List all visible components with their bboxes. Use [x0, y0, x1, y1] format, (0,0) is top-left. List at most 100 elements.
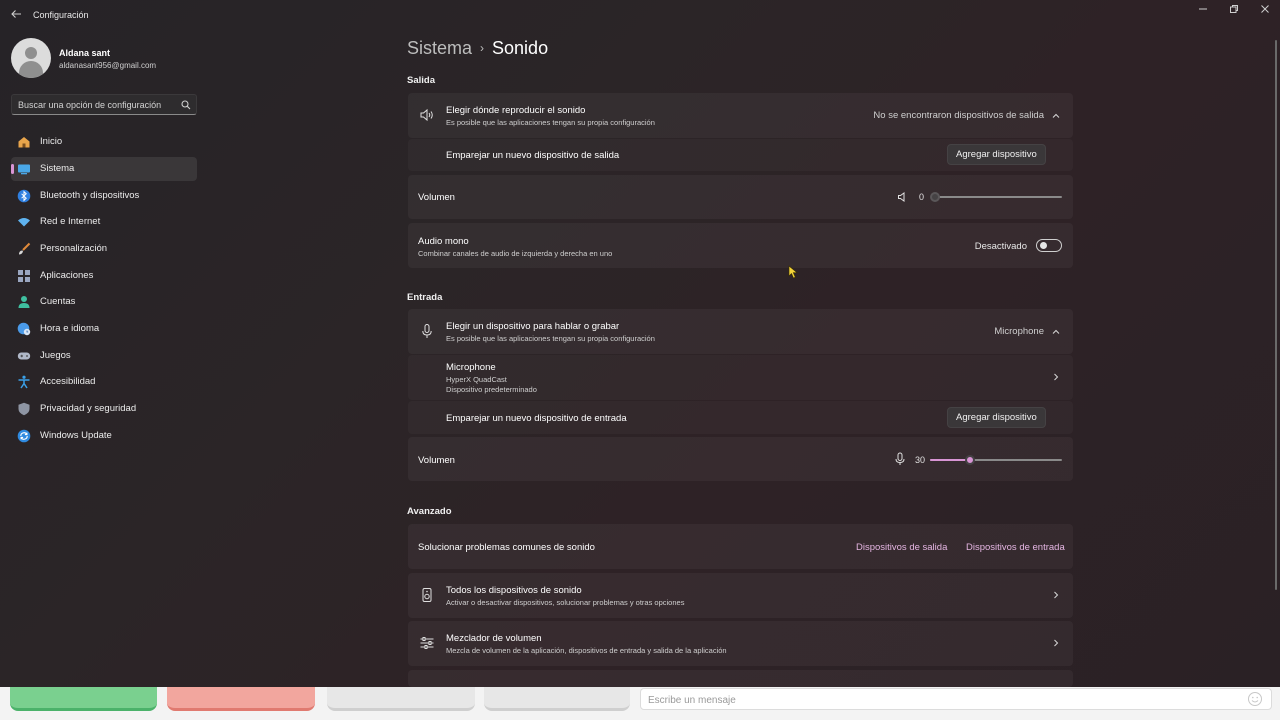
input-volume-slider[interactable]	[930, 452, 1062, 468]
slider-thumb[interactable]	[964, 455, 975, 465]
sidebar-item-personalizacion[interactable]: Personalización	[11, 237, 197, 261]
close-button[interactable]	[1257, 4, 1273, 20]
next-row-partial[interactable]	[408, 670, 1073, 687]
green-action-button[interactable]	[10, 687, 157, 711]
sidebar-item-label: Cuentas	[40, 296, 76, 307]
output-choose-value: No se encontraron dispositivos de salida	[873, 110, 1044, 121]
section-input-heading: Entrada	[407, 292, 443, 303]
avatar[interactable]	[11, 38, 51, 78]
troubleshoot-output-link[interactable]: Dispositivos de salida	[856, 542, 947, 553]
sidebar-item-label: Privacidad y seguridad	[40, 403, 137, 414]
minimize-button[interactable]	[1195, 4, 1211, 20]
input-volume-row: Volumen 30	[408, 437, 1073, 481]
system-icon	[18, 164, 30, 175]
update-icon	[17, 429, 31, 443]
output-volume-label: Volumen	[418, 192, 455, 203]
globe-clock-icon	[17, 322, 31, 336]
chevron-right-icon	[1054, 591, 1059, 599]
user-email: aldanasant956@gmail.com	[59, 61, 157, 70]
output-add-device-button[interactable]: Agregar dispositivo	[947, 144, 1046, 165]
section-output-heading: Salida	[407, 75, 435, 86]
back-button[interactable]	[8, 8, 24, 24]
output-volume-value: 0	[919, 192, 925, 202]
sidebar-item-label: Hora e idioma	[40, 323, 100, 334]
sidebar-item-bluetooth[interactable]: Bluetooth y dispositivos	[11, 184, 197, 208]
gamepad-icon	[17, 352, 31, 360]
output-device-selector[interactable]: Elegir dónde reproducir el sonido Es pos…	[408, 93, 1073, 138]
search-input[interactable]	[18, 98, 178, 112]
all-sound-devices-row[interactable]: Todos los dispositivos de sonido Activar…	[408, 573, 1073, 618]
gray-action-button[interactable]	[327, 687, 475, 711]
avatar-body	[19, 61, 43, 78]
mono-audio-state: Desactivado	[974, 241, 1027, 252]
breadcrumb-separator: ›	[480, 41, 485, 55]
input-device-model: HyperX QuadCast	[446, 375, 507, 384]
restore-button[interactable]	[1226, 4, 1242, 20]
output-volume-slider[interactable]	[930, 189, 1062, 205]
sidebar-item-privacidad[interactable]: Privacidad y seguridad	[11, 397, 197, 421]
chevron-right-icon	[1054, 639, 1059, 647]
sidebar-item-red[interactable]: Red e Internet	[11, 210, 197, 234]
sidebar-item-aplicaciones[interactable]: Aplicaciones	[11, 264, 197, 288]
sidebar-item-accesibilidad[interactable]: Accesibilidad	[11, 370, 197, 394]
troubleshoot-input-link[interactable]: Dispositivos de entrada	[966, 542, 1065, 553]
back-arrow-icon	[11, 10, 21, 18]
sidebar-item-hora[interactable]: Hora e idioma	[11, 317, 197, 341]
search-box[interactable]	[11, 94, 197, 115]
page-title: Sonido	[492, 38, 549, 58]
sidebar-item-label: Windows Update	[40, 430, 112, 441]
user-name: Aldana sant	[59, 48, 111, 58]
microphone-icon	[422, 324, 432, 338]
input-device-microphone[interactable]: Microphone HyperX QuadCast Dispositivo p…	[408, 355, 1073, 400]
input-add-device-button[interactable]: Agregar dispositivo	[947, 407, 1046, 428]
sidebar-item-label: Inicio	[40, 136, 63, 147]
sidebar-item-label: Bluetooth y dispositivos	[40, 190, 140, 201]
volume-mixer-row[interactable]: Mezclador de volumen Mezcla de volumen d…	[408, 621, 1073, 666]
chevron-up-icon[interactable]	[1051, 111, 1061, 121]
search-icon	[181, 100, 191, 110]
app-title: Configuración	[33, 10, 89, 20]
chevron-right-icon	[1054, 373, 1059, 381]
mouse-cursor-icon	[788, 265, 798, 279]
brush-icon	[19, 242, 31, 255]
accessibility-icon	[18, 375, 30, 389]
breadcrumb-parent[interactable]: Sistema	[407, 38, 472, 58]
input-choose-subtitle: Es posible que las aplicaciones tengan s…	[446, 334, 655, 343]
mixer-sliders-icon	[420, 637, 434, 649]
apps-icon	[18, 270, 30, 282]
troubleshoot-row: Solucionar problemas comunes de sonido D…	[408, 524, 1073, 569]
input-device-selector[interactable]: Elegir un dispositivo para hablar o grab…	[408, 309, 1073, 354]
sidebar-item-inicio[interactable]: Inicio	[11, 130, 197, 154]
sidebar-item-juegos[interactable]: Juegos	[11, 344, 197, 368]
message-input[interactable]	[648, 692, 1238, 708]
sidebar-item-sistema[interactable]: Sistema	[11, 157, 197, 181]
bluetooth-icon	[17, 189, 31, 203]
input-device-name: Microphone	[446, 362, 496, 373]
message-box[interactable]	[640, 688, 1272, 710]
scrollbar[interactable]	[1275, 40, 1277, 590]
red-action-button[interactable]	[167, 687, 315, 711]
microphone-icon[interactable]	[893, 452, 907, 466]
troubleshoot-label: Solucionar problemas comunes de sonido	[418, 542, 595, 553]
input-choose-title: Elegir un dispositivo para hablar o grab…	[446, 321, 620, 332]
chevron-up-icon[interactable]	[1051, 327, 1061, 337]
input-volume-label: Volumen	[418, 455, 455, 466]
mono-audio-toggle[interactable]	[1036, 239, 1062, 252]
speaker-muted-icon[interactable]	[897, 191, 909, 203]
slider-thumb[interactable]	[930, 192, 940, 202]
toggle-knob	[1040, 242, 1047, 249]
input-pair-row: Emparejar un nuevo dispositivo de entrad…	[408, 401, 1073, 434]
sidebar-item-windows-update[interactable]: Windows Update	[11, 424, 197, 448]
sidebar-item-label: Accesibilidad	[40, 376, 96, 387]
breadcrumb: Sistema › Sonido	[407, 38, 548, 59]
person-icon	[18, 296, 30, 308]
gray-action-button-2[interactable]	[484, 687, 630, 711]
output-choose-subtitle: Es posible que las aplicaciones tengan s…	[446, 118, 655, 127]
speaker-icon	[420, 108, 433, 122]
output-pair-label: Emparejar un nuevo dispositivo de salida	[446, 150, 620, 161]
emoji-icon[interactable]	[1247, 691, 1263, 707]
sidebar-item-label: Red e Internet	[40, 216, 101, 227]
title-bar: Configuración	[0, 0, 1280, 32]
sidebar-item-cuentas[interactable]: Cuentas	[11, 290, 197, 314]
sidebar-item-label: Personalización	[40, 243, 108, 254]
